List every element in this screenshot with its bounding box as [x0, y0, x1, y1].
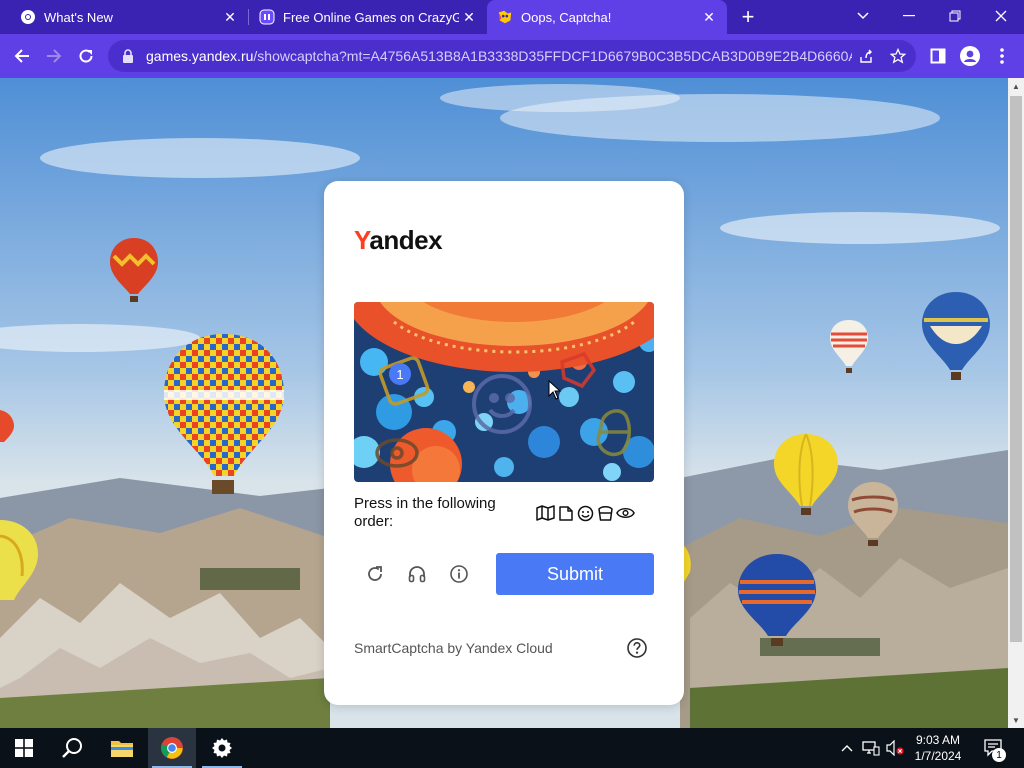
- settings-taskbar-button[interactable]: [198, 728, 246, 768]
- document-icon: [556, 504, 575, 523]
- bookmark-star-icon[interactable]: [884, 42, 912, 70]
- file-explorer-button[interactable]: [98, 728, 146, 768]
- close-window-button[interactable]: [978, 0, 1024, 32]
- forward-button[interactable]: [40, 43, 68, 69]
- notifications-button[interactable]: 1: [978, 728, 1010, 768]
- yandex-logo: Yandex: [354, 225, 443, 256]
- restore-button[interactable]: [932, 0, 978, 32]
- url-host: games.yandex.ru: [146, 48, 254, 64]
- network-icon[interactable]: [860, 728, 882, 768]
- chrome-taskbar-button[interactable]: [148, 728, 196, 768]
- gear-icon: [212, 738, 232, 758]
- hot-air-balloon: [738, 554, 816, 646]
- search-icon: [62, 738, 82, 758]
- share-icon[interactable]: [852, 42, 880, 70]
- hot-air-balloon: [922, 292, 990, 380]
- eye-icon: [616, 504, 635, 523]
- minimize-button[interactable]: [886, 0, 932, 32]
- back-button[interactable]: [8, 43, 36, 69]
- tab-whats-new[interactable]: What's New ✕: [0, 0, 248, 34]
- order-icons: [536, 502, 636, 524]
- reload-button[interactable]: [72, 43, 100, 69]
- logo-rest: andex: [369, 225, 443, 255]
- menu-kebab-icon[interactable]: [988, 43, 1016, 69]
- hot-air-balloon: [830, 320, 868, 373]
- refresh-captcha-button[interactable]: [363, 562, 387, 586]
- audio-captcha-button[interactable]: [405, 562, 429, 586]
- lock-icon[interactable]: [120, 48, 136, 64]
- yandex-games-icon: [497, 9, 513, 25]
- captcha-footer: SmartCaptcha by Yandex Cloud: [354, 640, 553, 656]
- show-hidden-icons-button[interactable]: [838, 728, 856, 768]
- search-taskbar-button[interactable]: [48, 728, 96, 768]
- captcha-instruction: Press in the following order:: [354, 495, 496, 530]
- info-button[interactable]: [447, 562, 471, 586]
- close-icon[interactable]: ✕: [220, 7, 240, 27]
- address-bar[interactable]: games.yandex.ru/showcaptcha?mt=A4756A513…: [108, 40, 916, 72]
- browser-toolbar: games.yandex.ru/showcaptcha?mt=A4756A513…: [0, 34, 1024, 78]
- hot-air-balloon: [0, 520, 38, 600]
- clock-date: 1/7/2024: [914, 749, 962, 763]
- hot-air-balloon: [774, 433, 838, 515]
- side-panel-icon[interactable]: [924, 43, 952, 69]
- tab-search-button[interactable]: [840, 0, 886, 32]
- submit-button[interactable]: Submit: [496, 553, 654, 595]
- hot-air-balloon: [684, 546, 691, 582]
- map-icon: [536, 504, 555, 523]
- chrome-icon: [161, 737, 183, 759]
- folder-icon: [111, 741, 133, 757]
- start-button[interactable]: [0, 728, 48, 768]
- scrollbar-thumb[interactable]: [1010, 96, 1022, 642]
- close-icon[interactable]: ✕: [699, 7, 719, 27]
- tab-captcha[interactable]: Oops, Captcha! ✕: [487, 0, 727, 34]
- cup-icon: [596, 504, 615, 523]
- chevron-up-icon: [841, 745, 853, 752]
- scroll-down-arrow[interactable]: ▼: [1008, 712, 1024, 728]
- tab-title: What's New: [44, 9, 113, 25]
- volume-muted-icon[interactable]: [884, 728, 906, 768]
- windows-taskbar: 9:03 AM 1/7/2024 1: [0, 728, 1024, 768]
- hot-air-balloon: [110, 238, 158, 302]
- close-icon[interactable]: ✕: [459, 7, 479, 27]
- help-icon[interactable]: [626, 637, 648, 659]
- clock-time: 9:03 AM: [915, 733, 961, 747]
- tab-crazygames[interactable]: Free Online Games on CrazyGames ✕: [249, 0, 487, 34]
- mouse-cursor: [548, 380, 562, 400]
- url-path: /showcaptcha?mt=A4756A513B8A1B3338D35FFD…: [253, 48, 852, 64]
- hot-air-balloon: [848, 482, 898, 546]
- hot-air-balloon: [164, 334, 284, 494]
- tab-title: Free Online Games on CrazyGames: [283, 9, 459, 25]
- hot-air-balloon: [0, 410, 14, 442]
- captcha-card: Yandex 1 Press in the following order: S…: [324, 181, 684, 705]
- crazygames-icon: [259, 9, 275, 25]
- click-marker-number: 1: [396, 367, 403, 382]
- page-viewport: Yandex 1 Press in the following order: S…: [0, 78, 1008, 728]
- tab-title: Oops, Captcha!: [521, 9, 612, 25]
- notification-badge: 1: [992, 748, 1006, 762]
- url-text[interactable]: games.yandex.ru/showcaptcha?mt=A4756A513…: [146, 48, 852, 64]
- logo-first-letter: Y: [354, 225, 370, 255]
- scroll-up-arrow[interactable]: ▲: [1008, 78, 1024, 94]
- profile-avatar[interactable]: [956, 43, 984, 69]
- captcha-image[interactable]: 1: [354, 302, 654, 482]
- smiley-icon: [576, 504, 595, 523]
- taskbar-clock[interactable]: 9:03 AM 1/7/2024: [908, 732, 968, 764]
- chrome-icon: [20, 9, 36, 25]
- tab-strip: What's New ✕ Free Online Games on CrazyG…: [0, 0, 1024, 34]
- new-tab-button[interactable]: +: [736, 4, 760, 29]
- windows-icon: [15, 739, 33, 757]
